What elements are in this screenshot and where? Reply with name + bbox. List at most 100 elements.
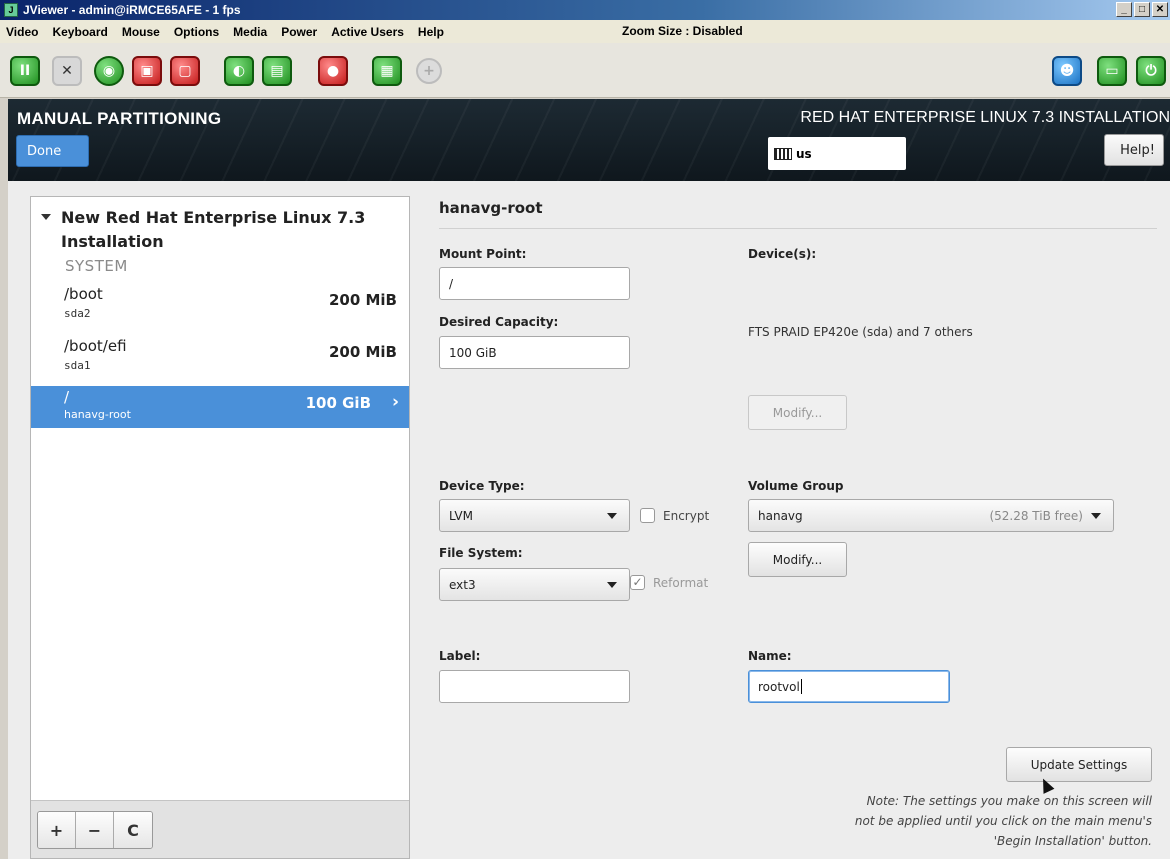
encrypt-checkbox[interactable]: Encrypt bbox=[640, 508, 709, 523]
settings-note: Note: The settings you make on this scre… bbox=[792, 791, 1152, 851]
maximize-button[interactable]: □ bbox=[1134, 2, 1150, 17]
checkmark-icon: ✓ bbox=[630, 575, 645, 590]
jviewer-app-icon: J bbox=[4, 3, 18, 17]
device-type-label: Device Type: bbox=[439, 479, 525, 493]
zoom-status: Zoom Size : Disabled bbox=[622, 24, 743, 38]
menu-active-users[interactable]: Active Users bbox=[331, 25, 404, 39]
label-input[interactable] bbox=[439, 670, 630, 703]
device-label: sda1 bbox=[64, 359, 91, 372]
window-title: JViewer - admin@iRMCE65AFE - 1 fps bbox=[23, 3, 241, 17]
mount-point-field-label: Mount Point: bbox=[439, 247, 527, 261]
hotkey-icon[interactable]: ▦ bbox=[372, 56, 402, 86]
keyboard-icon[interactable]: ▤ bbox=[262, 56, 292, 86]
menu-video[interactable]: Video bbox=[6, 25, 38, 39]
note-line-2: not be applied until you click on the ma… bbox=[854, 814, 1152, 828]
window-controls: _ □ ✕ bbox=[1116, 2, 1168, 17]
checkbox-icon bbox=[640, 508, 655, 523]
users-icon[interactable]: ☻ bbox=[1052, 56, 1082, 86]
mount-point-label: /boot/efi bbox=[64, 337, 127, 355]
keyboard-layout-indicator[interactable]: us bbox=[768, 137, 906, 170]
volume-group-value: hanavg bbox=[758, 508, 803, 523]
reformat-checkbox[interactable]: ✓ Reformat bbox=[630, 575, 708, 590]
desired-capacity-input[interactable]: 100 GiB bbox=[439, 336, 630, 369]
add-mount-button[interactable]: + bbox=[38, 812, 76, 848]
title-separator bbox=[439, 228, 1157, 229]
name-field-label: Name: bbox=[748, 649, 792, 663]
menu-media[interactable]: Media bbox=[233, 25, 267, 39]
menu-power[interactable]: Power bbox=[281, 25, 317, 39]
update-settings-button[interactable]: Update Settings bbox=[1006, 747, 1152, 782]
note-line-3: 'Begin Installation' button. bbox=[993, 834, 1152, 848]
device-type-select[interactable]: LVM bbox=[439, 499, 630, 532]
mount-row-boot-efi[interactable]: /boot/efi sda1 200 MiB bbox=[31, 335, 409, 381]
help-button[interactable]: Help! bbox=[1104, 134, 1164, 166]
close-button[interactable]: ✕ bbox=[1152, 2, 1168, 17]
mount-list-toolbar: + − C bbox=[31, 800, 409, 858]
label-field-label: Label: bbox=[439, 649, 481, 663]
toolbar: II ✕ ◉ ▣ ▢ ◐ ▤ ● ▦ + ☻ ▭ ⏻ bbox=[0, 43, 1170, 98]
device-label: hanavg-root bbox=[64, 408, 131, 421]
desired-capacity-label: Desired Capacity: bbox=[439, 315, 559, 329]
modify-volume-group-button[interactable]: Modify... bbox=[748, 542, 847, 577]
window-titlebar: J JViewer - admin@iRMCE65AFE - 1 fps _ □… bbox=[0, 0, 1170, 20]
note-line-1: Note: The settings you make on this scre… bbox=[866, 794, 1152, 808]
system-section-label: SYSTEM bbox=[65, 257, 128, 275]
refresh-button[interactable]: C bbox=[114, 812, 152, 848]
chevron-down-icon bbox=[1091, 513, 1101, 519]
cd-icon[interactable]: ◉ bbox=[94, 56, 124, 86]
volume-group-select[interactable]: hanavg (52.28 TiB free) bbox=[748, 499, 1114, 532]
page-title: MANUAL PARTITIONING bbox=[17, 109, 222, 128]
done-button[interactable]: Done bbox=[16, 135, 89, 167]
pause-icon[interactable]: II bbox=[10, 56, 40, 86]
device-type-value: LVM bbox=[449, 508, 473, 523]
chevron-right-icon: › bbox=[391, 392, 399, 412]
fullscreen-icon[interactable]: ✕ bbox=[52, 56, 82, 86]
video-record-icon[interactable]: ● bbox=[318, 56, 348, 86]
reformat-label: Reformat bbox=[653, 575, 709, 590]
size-label: 200 MiB bbox=[328, 343, 397, 361]
monitor-icon[interactable]: ▭ bbox=[1097, 56, 1127, 86]
floppy-icon[interactable]: ▣ bbox=[132, 56, 162, 86]
power-icon[interactable]: ⏻ bbox=[1136, 56, 1166, 86]
minimize-button[interactable]: _ bbox=[1116, 2, 1132, 17]
text-caret bbox=[800, 679, 802, 694]
device-label: sda2 bbox=[64, 307, 91, 320]
installation-title[interactable]: New Red Hat Enterprise Linux 7.3 Install… bbox=[61, 206, 381, 254]
menu-keyboard[interactable]: Keyboard bbox=[52, 25, 107, 39]
mount-point-list: New Red Hat Enterprise Linux 7.3 Install… bbox=[30, 196, 410, 859]
file-system-label: File System: bbox=[439, 546, 523, 560]
file-system-select[interactable]: ext3 bbox=[439, 568, 630, 601]
menu-options[interactable]: Options bbox=[174, 25, 219, 39]
mount-row-boot[interactable]: /boot sda2 200 MiB bbox=[31, 283, 409, 329]
selected-device-title: hanavg-root bbox=[439, 199, 543, 217]
modify-devices-button[interactable]: Modify... bbox=[748, 395, 847, 430]
mount-point-input[interactable]: / bbox=[439, 267, 630, 300]
menu-mouse[interactable]: Mouse bbox=[122, 25, 160, 39]
volume-group-free: (52.28 TiB free) bbox=[989, 508, 1083, 523]
name-input[interactable]: rootvol bbox=[748, 670, 950, 703]
expander-arrow-icon[interactable] bbox=[41, 214, 51, 220]
spoke-header: MANUAL PARTITIONING Done RED HAT ENTERPR… bbox=[8, 99, 1170, 181]
keyboard-icon bbox=[774, 147, 792, 160]
zoom-icon[interactable]: + bbox=[416, 58, 442, 84]
name-input-value: rootvol bbox=[758, 679, 800, 694]
mount-point-label: /boot bbox=[64, 285, 103, 303]
chevron-down-icon bbox=[607, 513, 617, 519]
product-title: RED HAT ENTERPRISE LINUX 7.3 INSTALLATIO… bbox=[800, 109, 1170, 126]
mouse-icon[interactable]: ◐ bbox=[224, 56, 254, 86]
installer-screen: MANUAL PARTITIONING Done RED HAT ENTERPR… bbox=[8, 99, 1170, 859]
menu-help[interactable]: Help bbox=[418, 25, 444, 39]
menu-bar: Video Keyboard Mouse Options Media Power… bbox=[0, 20, 1170, 43]
devices-label: Device(s): bbox=[748, 247, 817, 261]
size-label: 200 MiB bbox=[328, 291, 397, 309]
chevron-down-icon bbox=[607, 582, 617, 588]
devices-summary: FTS PRAID EP420e (sda) and 7 others bbox=[748, 325, 973, 339]
encrypt-label: Encrypt bbox=[663, 508, 710, 523]
remove-mount-button[interactable]: − bbox=[76, 812, 114, 848]
mount-point-label: / bbox=[64, 388, 70, 406]
mount-actions-group: + − C bbox=[37, 811, 153, 849]
keyboard-layout-label: us bbox=[796, 146, 812, 161]
usb-icon[interactable]: ▢ bbox=[170, 56, 200, 86]
mount-row-root[interactable]: / hanavg-root 100 GiB › bbox=[31, 386, 409, 428]
volume-group-label: Volume Group bbox=[748, 479, 844, 493]
